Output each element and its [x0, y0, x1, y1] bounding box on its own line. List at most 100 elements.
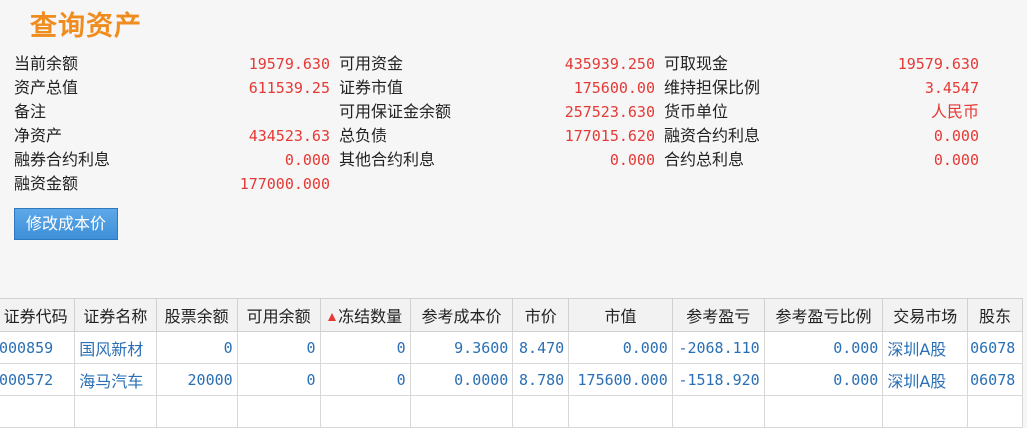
- cell-pnl: -2068.110: [671, 331, 765, 364]
- cell-stock-balance: 0: [155, 331, 238, 364]
- column-header-pnl-ratio[interactable]: 参考盈亏比例: [763, 298, 884, 332]
- field-value: 人民币: [930, 102, 979, 121]
- empty-cell: [671, 395, 765, 428]
- column-header-stock-balance[interactable]: 股票余额: [155, 298, 238, 332]
- cell-market: 深圳A股: [882, 363, 969, 396]
- summary-row: 净资产 434523.63 总负债 177015.620 融资合约利息 0.000: [14, 124, 994, 148]
- summary-field: 其他合约利息 0.000: [339, 148, 655, 172]
- empty-cell: [512, 395, 570, 428]
- field-label: 其他合约利息: [339, 150, 436, 169]
- summary-field: 货币单位 人民币: [664, 100, 979, 124]
- empty-cell: [74, 395, 157, 428]
- summary-field: 资产总值 611539.25: [14, 76, 330, 100]
- cell-available-balance: 0: [236, 331, 321, 364]
- column-header-market[interactable]: 交易市场: [882, 298, 969, 332]
- field-label: 融资合约利息: [664, 126, 761, 145]
- cell-ref-cost: 0.0000: [409, 363, 514, 396]
- field-value: 19579.630: [248, 55, 330, 73]
- summary-field: 净资产 434523.63: [14, 124, 330, 148]
- field-value: 3.4547: [924, 79, 979, 97]
- edit-cost-price-button[interactable]: 修改成本价: [14, 208, 118, 240]
- cell-pnl-ratio: 0.000: [763, 363, 884, 396]
- table-row[interactable]: 000859 国风新材 0 0 0 9.3600 8.470 0.000 -20…: [0, 331, 1023, 364]
- cell-market-value: 175600.000: [568, 363, 673, 396]
- cell-name: 海马汽车: [74, 363, 157, 396]
- asset-summary: 当前余额 19579.630 可用资金 435939.250 可取现金 19579.6…: [14, 52, 994, 196]
- cell-code: 000572: [0, 363, 76, 396]
- cell-pnl: -1518.920: [671, 363, 765, 396]
- cell-name: 国风新材: [74, 331, 157, 364]
- sort-asc-icon: [328, 313, 337, 321]
- column-header-market-value[interactable]: 市值: [568, 298, 673, 332]
- field-value: 0.000: [933, 127, 979, 145]
- field-value: 0.000: [284, 151, 330, 169]
- summary-field: 可用资金 435939.250: [339, 52, 655, 76]
- field-label: 备注: [14, 102, 47, 121]
- field-label: 融资金额: [14, 174, 79, 193]
- field-label: 融券合约利息: [14, 150, 111, 169]
- field-value: 611539.25: [248, 79, 330, 97]
- cell-market: 深圳A股: [882, 331, 969, 364]
- empty-cell: [409, 395, 514, 428]
- cell-pnl-ratio: 0.000: [763, 331, 884, 364]
- summary-field: 备注: [14, 100, 330, 124]
- field-label: 可取现金: [664, 54, 729, 73]
- summary-field: 证券市值 175600.00: [339, 76, 655, 100]
- empty-cell: [155, 395, 238, 428]
- column-header-pnl[interactable]: 参考盈亏: [671, 298, 765, 332]
- cell-available-balance: 0: [236, 363, 321, 396]
- field-value: 435939.250: [564, 55, 655, 73]
- empty-cell: [882, 395, 969, 428]
- column-header-holder[interactable]: 股东: [967, 298, 1023, 332]
- table-row[interactable]: 000572 海马汽车 20000 0 0 0.0000 8.780 17560…: [0, 363, 1023, 396]
- table-header-row: 证券代码 证券名称 股票余额 可用余额 冻结数量 参考成本价 市价 市值 参考盈…: [0, 298, 1023, 332]
- field-label: 可用保证金余额: [339, 102, 452, 121]
- summary-field: 总负债 177015.620: [339, 124, 655, 148]
- field-label: 可用资金: [339, 54, 404, 73]
- summary-field: 融资金额 177000.000: [14, 172, 330, 196]
- field-value: 19579.630: [897, 55, 979, 73]
- column-header-price[interactable]: 市价: [512, 298, 570, 332]
- summary-field: 融券合约利息 0.000: [14, 148, 330, 172]
- summary-field: 合约总利息 0.000: [664, 148, 979, 172]
- empty-cell: [236, 395, 321, 428]
- summary-row: 融资金额 177000.000: [14, 172, 994, 196]
- column-header-code[interactable]: 证券代码: [0, 298, 76, 332]
- field-value: 177000.000: [239, 175, 330, 193]
- summary-row: 资产总值 611539.25 证券市值 175600.00 维持担保比例 3.4547: [14, 76, 994, 100]
- cell-market-value: 0.000: [568, 331, 673, 364]
- empty-cell: [763, 395, 884, 428]
- field-value: 257523.630: [564, 103, 655, 121]
- field-label: 当前余额: [14, 54, 79, 73]
- field-value: 175600.00: [573, 79, 655, 97]
- cell-frozen-qty: 0: [319, 363, 411, 396]
- cell-code: 000859: [0, 331, 76, 364]
- cell-holder: 06078: [967, 363, 1023, 396]
- summary-field: 可用保证金余额 257523.630: [339, 100, 655, 124]
- cell-stock-balance: 20000: [155, 363, 238, 396]
- summary-field: 可取现金 19579.630: [664, 52, 979, 76]
- empty-cell: [967, 395, 1023, 428]
- cell-price: 8.780: [512, 363, 570, 396]
- summary-field: 维持担保比例 3.4547: [664, 76, 979, 100]
- field-label: 合约总利息: [664, 150, 745, 169]
- column-header-ref-cost[interactable]: 参考成本价: [409, 298, 514, 332]
- positions-table: 证券代码 证券名称 股票余额 可用余额 冻结数量 参考成本价 市价 市值 参考盈…: [0, 298, 1023, 428]
- column-header-available-balance[interactable]: 可用余额: [236, 298, 321, 332]
- summary-row: 融券合约利息 0.000 其他合约利息 0.000 合约总利息 0.000: [14, 148, 994, 172]
- empty-cell: [319, 395, 411, 428]
- column-header-name[interactable]: 证券名称: [74, 298, 157, 332]
- table-row-empty: [0, 395, 1023, 428]
- empty-cell: [568, 395, 673, 428]
- cell-ref-cost: 9.3600: [409, 331, 514, 364]
- field-value: 0.000: [933, 151, 979, 169]
- empty-cell: [0, 395, 76, 428]
- column-header-label: 冻结数量: [338, 307, 403, 326]
- field-label: 证券市值: [339, 78, 404, 97]
- summary-field: 融资合约利息 0.000: [664, 124, 979, 148]
- page-title: 查询资产: [30, 11, 142, 42]
- column-header-frozen-qty[interactable]: 冻结数量: [319, 298, 411, 332]
- cell-holder: 06078: [967, 331, 1023, 364]
- field-label: 净资产: [14, 126, 63, 145]
- cell-price: 8.470: [512, 331, 570, 364]
